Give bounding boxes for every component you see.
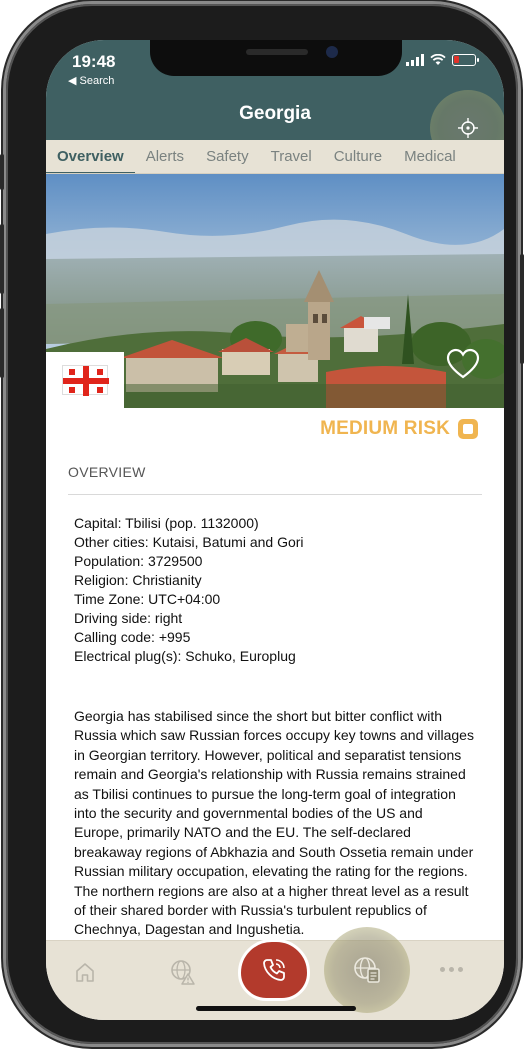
tab-medical[interactable]: Medical (393, 140, 467, 173)
notch (150, 40, 402, 76)
fact-driving-side: Driving side: right (74, 610, 183, 626)
tab-travel[interactable]: Travel (260, 140, 323, 173)
risk-level: MEDIUM RISK (320, 418, 478, 440)
more-dots-icon (440, 967, 445, 972)
tab-culture[interactable]: Culture (323, 140, 393, 173)
risk-label: MEDIUM RISK (320, 418, 450, 439)
phone-frame: 19:48 ◀ Search Georgia Overview Alerts S… (0, 4, 524, 1044)
georgia-flag-icon (62, 365, 109, 396)
country-flag (46, 352, 124, 408)
tab-overview[interactable]: Overview (46, 140, 135, 173)
screen: 19:48 ◀ Search Georgia Overview Alerts S… (46, 40, 504, 1020)
home-indicator[interactable] (196, 1006, 356, 1011)
speaker (246, 49, 308, 55)
tab-alerts[interactable]: Alerts (135, 140, 195, 173)
nav-home-button[interactable] (68, 955, 102, 989)
globe-document-icon (354, 957, 380, 983)
power-button (520, 254, 524, 364)
signal-icon (406, 54, 424, 66)
divider (68, 494, 482, 495)
status-icons (406, 54, 479, 66)
fact-electrical-plugs: Electrical plug(s): Schuko, Europlug (74, 648, 296, 664)
phone-call-icon (263, 959, 285, 981)
app-header: 19:48 ◀ Search Georgia (46, 40, 504, 166)
country-description: Georgia has stabilised since the short b… (74, 708, 474, 938)
tab-safety[interactable]: Safety (195, 140, 260, 173)
globe-alert-icon (171, 960, 195, 985)
fact-other-cities: Other cities: Kutaisi, Batumi and Gori (74, 534, 304, 550)
country-facts: Capital: Tbilisi (pop. 1132000) Other ci… (74, 514, 304, 666)
wifi-icon (430, 54, 446, 65)
tab-bar: Overview Alerts Safety Travel Culture Me… (46, 140, 504, 174)
status-time: 19:48 (72, 52, 116, 71)
fact-population: Population: 3729500 (74, 553, 203, 569)
nav-country-brief-button[interactable] (324, 927, 410, 1013)
risk-square-icon (458, 419, 478, 439)
favorite-button[interactable] (446, 348, 480, 385)
emergency-call-button[interactable] (238, 939, 310, 1001)
fact-religion: Religion: Christianity (74, 572, 202, 588)
front-camera (326, 46, 338, 58)
volume-up-button (0, 224, 4, 294)
section-title: OVERVIEW (68, 464, 146, 480)
heart-icon (446, 348, 480, 379)
mute-switch (0, 154, 4, 190)
more-menu-button[interactable] (440, 967, 463, 972)
nav-alerts-map-button[interactable] (166, 955, 200, 989)
fact-time-zone: Time Zone: UTC+04:00 (74, 591, 221, 607)
fact-calling-code: Calling code: +995 (74, 629, 191, 645)
volume-down-button (0, 308, 4, 378)
back-to-search-link[interactable]: ◀ Search (68, 74, 114, 87)
fact-capital: Capital: Tbilisi (pop. 1132000) (74, 515, 259, 531)
crosshair-icon (458, 118, 478, 138)
home-icon (76, 963, 94, 982)
battery-icon (452, 54, 479, 66)
